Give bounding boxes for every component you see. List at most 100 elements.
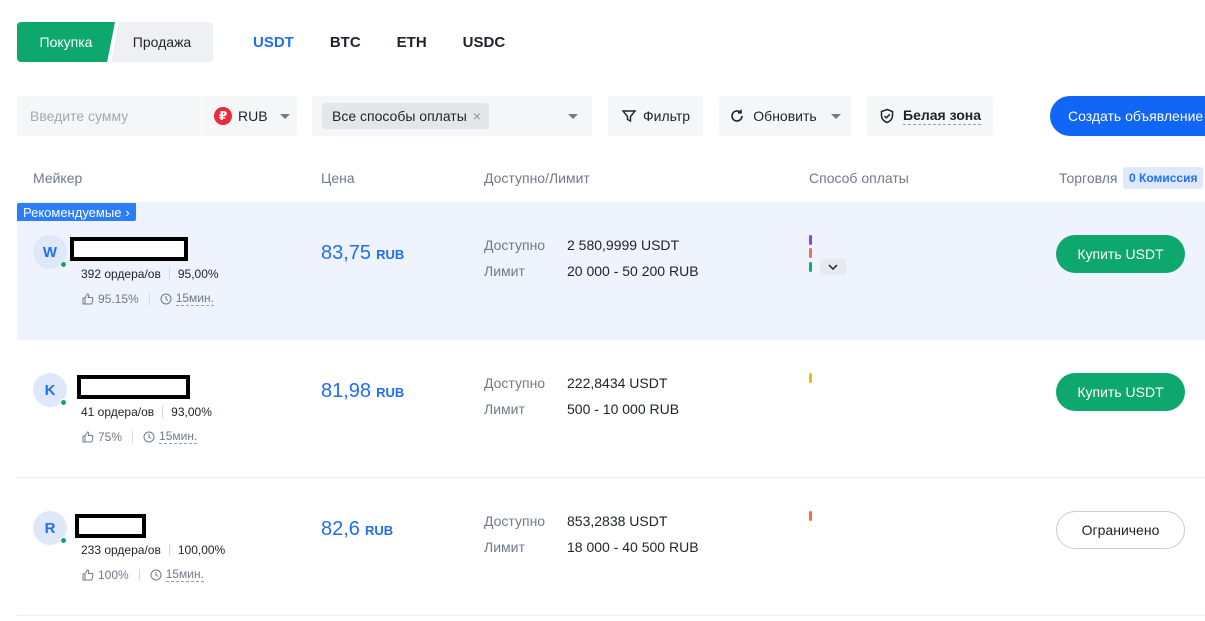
orders-count: 233 ордера/ов: [81, 543, 161, 557]
close-icon[interactable]: ×: [473, 108, 481, 124]
divider: [138, 568, 140, 581]
thumbs-up-icon: [82, 430, 94, 443]
coin-tab-usdc[interactable]: USDC: [463, 34, 506, 51]
limit-value: 18 000 - 40 500 RUB: [567, 539, 699, 555]
limit-label: Лимит: [484, 539, 525, 555]
completion-rate: 100,00%: [177, 543, 226, 557]
available-label: Доступно: [484, 513, 546, 529]
available-value: 222,8434 USDT: [567, 375, 668, 391]
maker-meta: 75% 15мин.: [82, 429, 198, 444]
chevron-right-icon: ›: [125, 204, 130, 220]
release-time[interactable]: 15мин.: [175, 291, 214, 306]
maker-meta: 100% 15мин.: [82, 567, 204, 582]
refresh-button[interactable]: Обновить: [719, 96, 851, 136]
rating: 75%: [98, 429, 123, 444]
payment-method-marker: [809, 262, 812, 272]
payment-chip-label: Все способы оплаты: [332, 108, 467, 124]
thumbs-up-icon: [82, 292, 94, 305]
coin-tab-eth[interactable]: ETH: [397, 34, 427, 51]
available-label: Доступно: [484, 237, 546, 253]
maker-stats: 392 ордера/ов 95,00%: [81, 267, 219, 281]
rating: 100%: [98, 567, 129, 582]
buy-usdt-button[interactable]: Купить USDT: [1056, 235, 1185, 273]
sell-tab[interactable]: Продажа: [111, 22, 213, 62]
clock-icon: [160, 293, 172, 305]
maker-stats: 41 ордера/ов 93,00%: [81, 405, 212, 419]
limited-button[interactable]: Ограничено: [1056, 511, 1185, 549]
redacted-name: [70, 237, 188, 261]
price-value: 82,6: [321, 518, 360, 540]
limit-label: Лимит: [484, 401, 525, 417]
coin-tab-usdt[interactable]: USDT: [253, 34, 294, 51]
chevron-down-icon: [828, 264, 838, 270]
maker-meta: 95.15% 15мин.: [82, 291, 214, 306]
release-time[interactable]: 15мин.: [159, 429, 198, 444]
amount-input[interactable]: [17, 96, 201, 136]
header-payment: Способ оплаты: [809, 170, 909, 186]
refresh-icon: [729, 108, 745, 124]
payment-chip: Все способы оплаты ×: [322, 103, 489, 129]
thumbs-up-icon: [82, 568, 94, 581]
redacted-name: [77, 375, 190, 399]
online-status-dot: [60, 261, 67, 268]
maker-stats: 233 ордера/ов 100,00%: [81, 543, 225, 557]
row-divider: [17, 477, 1205, 478]
release-time[interactable]: 15мин.: [165, 567, 204, 582]
redacted-name: [75, 514, 146, 538]
row-divider: [17, 615, 1205, 616]
divider: [168, 268, 170, 280]
price-currency: RUB: [364, 523, 394, 538]
price-currency: RUB: [376, 385, 405, 400]
currency-select[interactable]: ₽ RUB: [202, 107, 290, 125]
payment-method-select[interactable]: Все способы оплаты ×: [312, 96, 592, 136]
online-status-dot: [60, 399, 67, 406]
online-status-dot: [60, 537, 67, 544]
price: 83,75 RUB: [321, 242, 404, 265]
price: 81,98 RUB: [321, 380, 404, 403]
table-header: Мейкер Цена Доступно/Лимит Способ оплаты…: [0, 167, 1205, 189]
divider: [132, 430, 134, 443]
payment-method-marker: [809, 235, 812, 245]
limit-value: 20 000 - 50 200 RUB: [567, 263, 699, 279]
limit-value: 500 - 10 000 RUB: [567, 401, 680, 417]
coin-tab-btc[interactable]: BTC: [330, 34, 361, 51]
payment-method-marker: [809, 248, 812, 258]
buy-usdt-button[interactable]: Купить USDT: [1056, 373, 1185, 411]
side-tabs: Покупка Продажа: [17, 22, 213, 62]
price: 82,6 RUB: [321, 518, 393, 541]
limit-label: Лимит: [484, 263, 525, 279]
filter-icon: [621, 108, 637, 124]
buy-tab[interactable]: Покупка: [17, 22, 115, 62]
recommended-badge[interactable]: Рекомендуемые ›: [17, 203, 136, 221]
header-price: Цена: [321, 170, 355, 186]
shield-icon: [879, 108, 895, 124]
create-ad-label: Создать объявление: [1068, 108, 1204, 124]
create-ad-button[interactable]: Создать объявление: [1050, 96, 1205, 136]
coin-tabs: USDT BTC ETH USDC: [253, 22, 505, 62]
price-value: 83,75: [321, 242, 372, 264]
orders-count: 392 ордера/ов: [81, 267, 161, 281]
chevron-down-icon: [279, 113, 290, 119]
filter-label: Фильтр: [642, 108, 691, 124]
payment-expand-button[interactable]: [820, 259, 846, 275]
chevron-down-icon: [568, 114, 578, 119]
chevron-down-icon: [830, 113, 841, 119]
recommended-label: Рекомендуемые: [23, 204, 122, 220]
payment-method-marker: [809, 511, 812, 521]
divider: [162, 406, 164, 418]
orders-count: 41 ордера/ов: [81, 405, 155, 419]
available-value: 2 580,9999 USDT: [567, 237, 680, 253]
available-value: 853,2838 USDT: [567, 513, 668, 529]
price-currency: RUB: [376, 247, 405, 262]
ruble-icon: ₽: [214, 107, 232, 125]
header-available-limit: Доступно/Лимит: [484, 170, 590, 186]
white-zone-label: Белая зона: [903, 107, 981, 125]
white-zone-button[interactable]: Белая зона: [867, 96, 993, 136]
filter-button[interactable]: Фильтр: [608, 96, 703, 136]
clock-icon: [150, 569, 162, 581]
divider: [148, 292, 150, 305]
divider: [168, 544, 170, 556]
available-label: Доступно: [484, 375, 546, 391]
rating: 95.15%: [98, 291, 139, 306]
refresh-label: Обновить: [753, 108, 817, 124]
